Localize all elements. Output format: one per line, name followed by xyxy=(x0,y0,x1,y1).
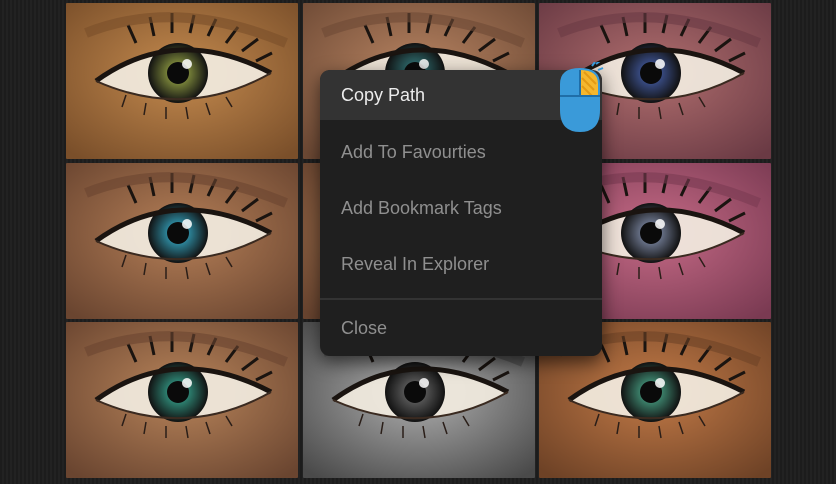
menu-divider xyxy=(320,298,602,300)
menu-item-close[interactable]: Close xyxy=(320,303,602,353)
menu-item-add-bookmark-tags[interactable]: Add Bookmark Tags xyxy=(320,183,602,233)
eye-image-tile[interactable] xyxy=(66,163,298,319)
eye-image-tile[interactable] xyxy=(66,3,298,159)
mouse-click-icon xyxy=(556,60,606,138)
eye-image-tile[interactable] xyxy=(66,322,298,478)
menu-item-reveal-in-explorer[interactable]: Reveal In Explorer xyxy=(320,239,602,289)
